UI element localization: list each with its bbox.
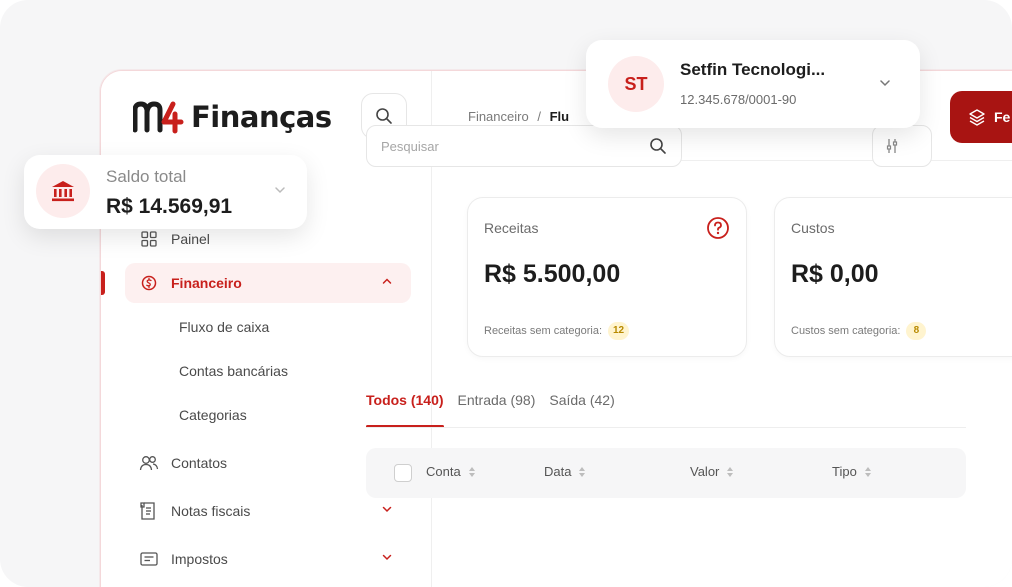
tab-saida[interactable]: Saída (42) — [549, 390, 614, 428]
card-title: Custos — [791, 220, 835, 236]
card-note: Custos sem categoria: 8 — [791, 322, 927, 340]
chevron-down-icon — [382, 554, 392, 561]
chevron-down-icon — [275, 187, 285, 194]
column-header-valor[interactable]: Valor — [690, 464, 734, 479]
transaction-tabs: Todos (140) Entrada (98) Saída (42) — [366, 390, 615, 428]
column-label: Tipo — [832, 464, 857, 479]
tab-entrada[interactable]: Entrada (98) — [458, 390, 536, 428]
m4-logo-mark — [133, 101, 184, 134]
sidebar-subitem-categorias[interactable]: Categorias — [179, 407, 247, 423]
sidebar-subitem-contas-bancarias[interactable]: Contas bancárias — [179, 363, 288, 379]
sort-icon — [468, 466, 475, 477]
company-avatar: ST — [608, 56, 664, 112]
costs-card[interactable]: Custos R$ 0,00 Custos sem categoria: 8 — [774, 197, 1012, 357]
logo[interactable]: Finanças — [133, 97, 332, 137]
company-name: Setfin Tecnologi... — [680, 60, 826, 79]
company-document: 12.345.678/0001-90 — [680, 92, 797, 107]
search-icon — [376, 108, 392, 124]
tab-todos[interactable]: Todos (140) — [366, 390, 444, 428]
sidebar-item-label: Financeiro — [171, 275, 242, 291]
card-title: Receitas — [484, 220, 539, 236]
select-all-checkbox[interactable] — [394, 464, 412, 482]
column-label: Conta — [426, 464, 461, 479]
primary-action-label: Fe — [994, 109, 1011, 125]
layers-icon — [969, 109, 985, 126]
sidebar-item-impostos[interactable]: Impostos — [125, 539, 411, 579]
sidebar-item-notas-fiscais[interactable]: Notas fiscais — [125, 491, 411, 531]
column-label: Data — [544, 464, 572, 479]
tabs-divider — [366, 427, 966, 428]
breadcrumb: Financeiro / Flu — [468, 109, 569, 124]
filter-button[interactable] — [872, 125, 932, 167]
finance-icon — [139, 273, 159, 293]
search-icon — [650, 138, 666, 154]
company-selector[interactable]: ST Setfin Tecnologi... 12.345.678/0001-9… — [586, 40, 920, 128]
sidebar-item-label: Impostos — [171, 551, 228, 567]
card-note-label: Custos sem categoria: — [791, 325, 901, 337]
chevron-up-icon — [382, 278, 392, 284]
sort-icon — [864, 466, 871, 477]
breadcrumb-root[interactable]: Financeiro — [468, 109, 529, 124]
chevron-down-icon — [382, 506, 392, 513]
tax-icon — [139, 549, 159, 569]
count-badge: 12 — [608, 322, 630, 340]
sidebar-item-financeiro[interactable]: Financeiro — [125, 263, 411, 303]
balance-value: R$ 14.569,91 — [106, 195, 233, 218]
sliders-icon — [886, 139, 898, 153]
stage: Finanças Painel Financeiro Fluxo de caix… — [0, 0, 1012, 587]
revenue-card[interactable]: Receitas R$ 5.500,00 Receitas sem catego… — [467, 197, 747, 357]
card-value: R$ 5.500,00 — [484, 260, 621, 288]
grid-icon — [139, 229, 159, 249]
breadcrumb-separator: / — [537, 109, 541, 124]
card-note-label: Receitas sem categoria: — [484, 325, 602, 337]
column-header-data[interactable]: Data — [544, 464, 586, 479]
users-icon — [139, 453, 159, 473]
bank-icon — [36, 164, 90, 218]
invoice-icon — [139, 501, 159, 521]
chevron-down-icon — [880, 80, 890, 87]
card-value: R$ 0,00 — [791, 260, 879, 288]
sidebar-item-label: Notas fiscais — [171, 503, 251, 519]
sidebar-subitem-fluxo-de-caixa[interactable]: Fluxo de caixa — [179, 319, 269, 335]
table-header: Conta Data Valor Tipo — [366, 448, 966, 498]
active-indicator — [101, 271, 105, 295]
brand-name: Finanças — [191, 100, 332, 134]
search-input[interactable] — [381, 138, 649, 154]
column-label: Valor — [690, 464, 720, 479]
search-field[interactable] — [366, 125, 682, 167]
sort-icon — [727, 466, 734, 477]
help-icon[interactable] — [706, 216, 730, 240]
sort-icon — [579, 466, 586, 477]
column-header-tipo[interactable]: Tipo — [832, 464, 871, 479]
card-note: Receitas sem categoria: 12 — [484, 322, 630, 340]
column-header-conta[interactable]: Conta — [426, 464, 475, 479]
sidebar-item-label: Painel — [171, 231, 210, 247]
count-badge: 8 — [906, 322, 927, 340]
sidebar-item-label: Contatos — [171, 455, 228, 471]
breadcrumb-current: Flu — [549, 109, 570, 124]
primary-action-button[interactable]: Fe — [950, 91, 1012, 143]
balance-label: Saldo total — [106, 167, 187, 186]
total-balance-card[interactable]: Saldo total R$ 14.569,91 — [24, 155, 307, 229]
